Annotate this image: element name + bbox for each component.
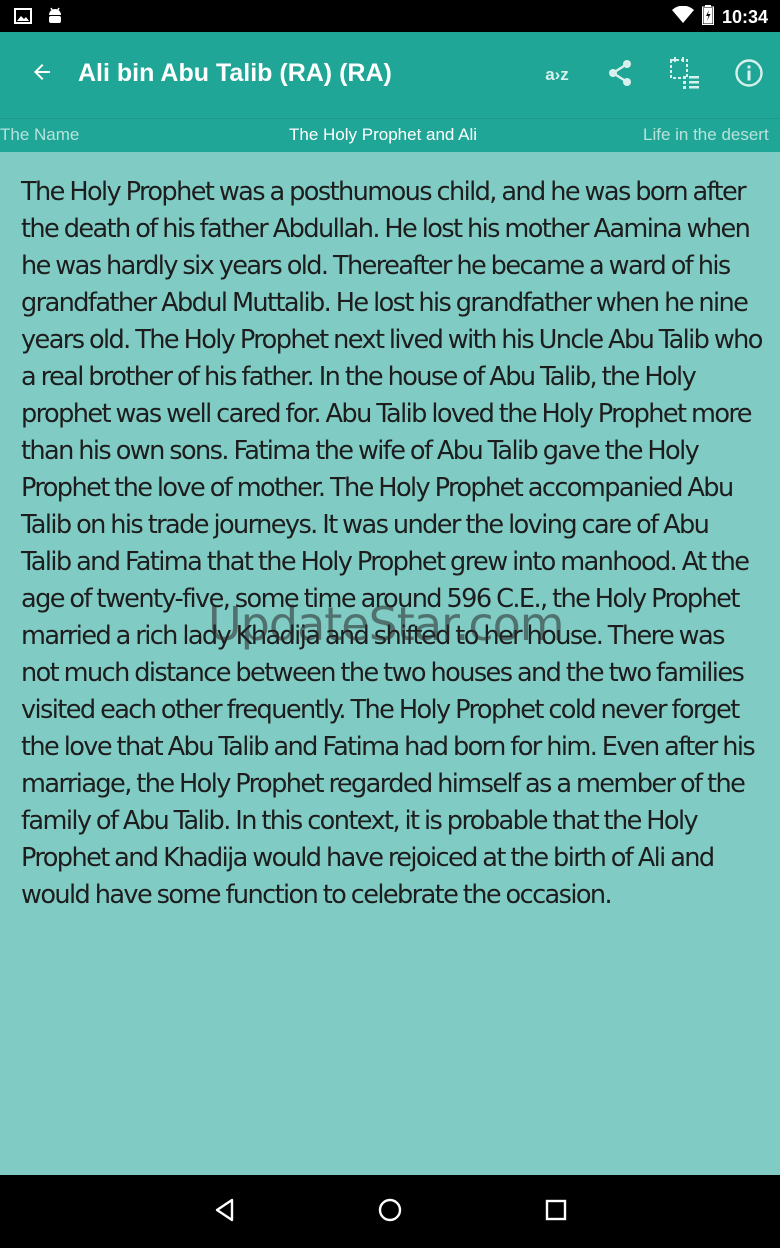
battery-icon	[701, 5, 714, 30]
share-button[interactable]	[597, 52, 643, 98]
navigation-bar	[0, 1175, 780, 1248]
page-title: Ali bin Abu Talib (RA) (RA)	[78, 59, 392, 87]
nav-home-button[interactable]	[365, 1187, 415, 1237]
android-icon	[46, 6, 64, 31]
back-button[interactable]	[18, 50, 66, 98]
status-time: 10:34	[721, 7, 768, 27]
recents-square-icon	[544, 1198, 568, 1227]
tab-current[interactable]: The Holy Prophet and Ali	[289, 125, 477, 145]
chapter-tab-strip: The Name The Holy Prophet and Ali Life i…	[0, 118, 780, 152]
share-icon	[604, 57, 636, 94]
az-sort-button[interactable]: a›z	[534, 52, 580, 98]
info-button[interactable]	[726, 52, 772, 98]
image-icon	[14, 8, 32, 29]
chapter-list-button[interactable]	[662, 52, 708, 98]
back-triangle-icon	[212, 1197, 238, 1228]
nav-recents-button[interactable]	[531, 1187, 581, 1237]
info-icon	[734, 58, 764, 93]
wifi-icon	[671, 5, 694, 29]
tab-previous[interactable]: The Name	[0, 125, 79, 145]
app-bar: Ali bin Abu Talib (RA) (RA) a›z	[0, 32, 780, 118]
arrow-back-icon	[30, 60, 54, 89]
tab-next[interactable]: Life in the desert	[643, 125, 769, 145]
chapter-list-icon	[668, 55, 702, 96]
status-bar: 10:34	[0, 0, 780, 32]
article-body: The Holy Prophet was a posthumous child,…	[21, 174, 763, 914]
az-sort-icon: a›z	[545, 65, 569, 84]
home-circle-icon	[377, 1197, 403, 1228]
article-text: The Holy Prophet was a posthumous child,…	[21, 177, 763, 910]
nav-back-button[interactable]	[200, 1187, 250, 1237]
